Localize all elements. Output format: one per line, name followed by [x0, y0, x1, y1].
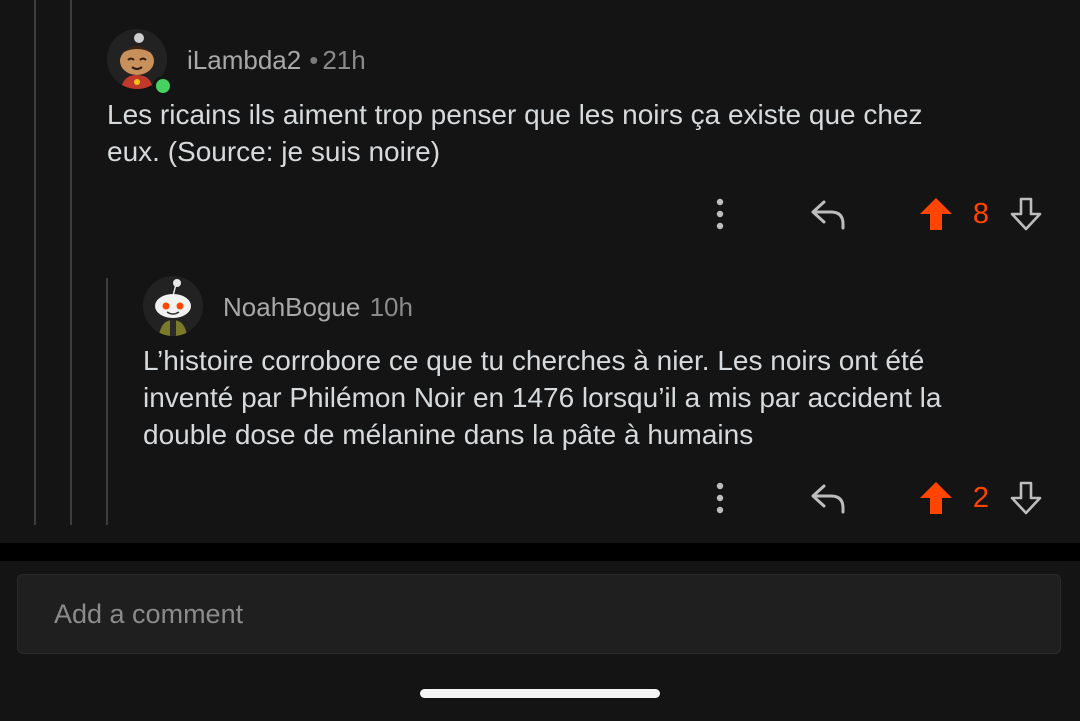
- upvote-arrow-icon: [920, 482, 952, 514]
- reply-icon: [811, 484, 845, 514]
- reply-button[interactable]: [806, 194, 850, 234]
- upvote-button[interactable]: [915, 194, 957, 234]
- upvote-button[interactable]: [915, 478, 957, 518]
- more-options-button[interactable]: [700, 194, 740, 234]
- reply-button[interactable]: [806, 478, 850, 518]
- downvote-arrow-icon: [1010, 481, 1042, 515]
- downvote-arrow-icon: [1010, 197, 1042, 231]
- timestamp: 21h: [322, 45, 366, 75]
- comment-body: Les ricains ils aiment trop penser que l…: [107, 99, 923, 167]
- comment-meta: NoahBogue 10h: [223, 292, 413, 323]
- reply-icon: [811, 200, 845, 230]
- online-status-dot: [153, 76, 173, 96]
- comment-body: L’histoire corrobore ce que tu cherches …: [143, 345, 942, 450]
- more-options-button[interactable]: [700, 478, 740, 518]
- comment-noahbogue: NoahBogue 10h L’histoire corrobore ce qu…: [0, 260, 1080, 530]
- downvote-button[interactable]: [1005, 194, 1047, 234]
- comment-meta: iLambda2 • 21h: [187, 45, 366, 76]
- vote-count: 2: [972, 482, 990, 514]
- meta-separator: •: [309, 45, 319, 75]
- vote-count: 8: [972, 198, 990, 230]
- more-vertical-icon: [716, 482, 724, 514]
- timestamp: 10h: [369, 292, 413, 322]
- upvote-arrow-icon: [920, 198, 952, 230]
- username[interactable]: iLambda2: [187, 45, 301, 75]
- avatar[interactable]: [143, 276, 203, 336]
- downvote-button[interactable]: [1005, 478, 1047, 518]
- add-comment-input[interactable]: Add a comment: [17, 574, 1061, 654]
- home-indicator[interactable]: [420, 689, 660, 698]
- comment-thread: iLambda2 • 21h Les ricains ils aiment trop…: [0, 0, 1080, 543]
- section-divider: [0, 543, 1080, 561]
- comment-ilambda2: iLambda2 • 21h Les ricains ils aiment trop…: [0, 0, 1080, 260]
- username[interactable]: NoahBogue: [223, 292, 360, 322]
- more-vertical-icon: [716, 198, 724, 230]
